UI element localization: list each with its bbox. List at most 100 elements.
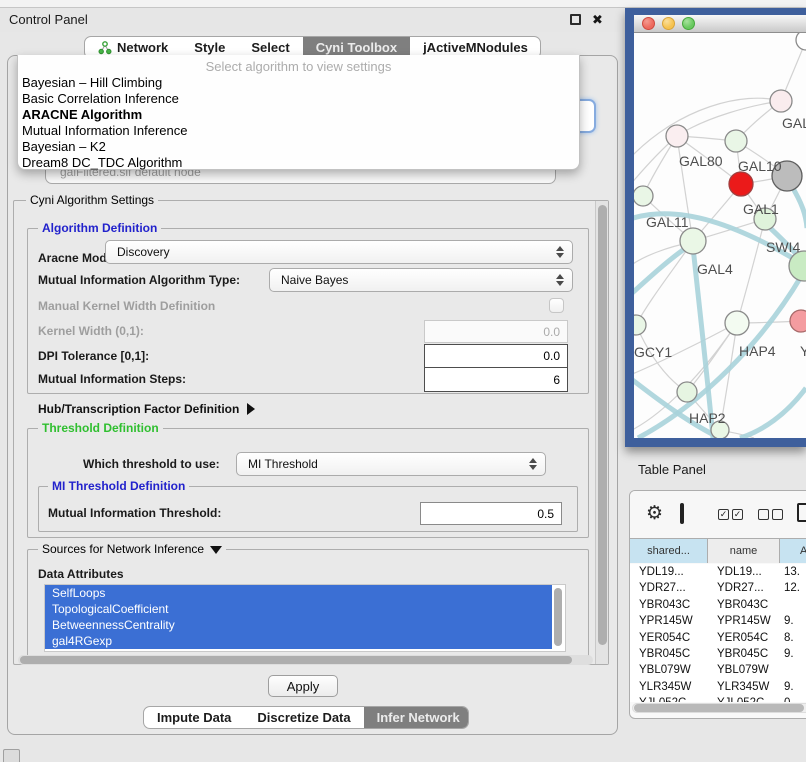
network-node[interactable] — [770, 90, 792, 112]
network-node[interactable] — [725, 311, 749, 335]
settings-vertical-scrollbar[interactable] — [595, 201, 608, 664]
sources-legend-label: Sources for Network Inference — [42, 542, 204, 556]
zoom-traffic-light[interactable] — [682, 17, 695, 30]
attribute-item[interactable]: BetweennessCentrality — [45, 617, 552, 633]
network-node[interactable] — [680, 228, 706, 254]
table-row[interactable]: YDL19...YDL19...13. — [630, 564, 806, 580]
table-cell: 9. — [780, 646, 806, 662]
tab-infer-network[interactable]: Infer Network — [364, 707, 469, 728]
table-row[interactable]: YDR27...YDR27...12. — [630, 580, 806, 596]
algorithm-option[interactable]: Dream8 DC_TDC Algorithm — [18, 155, 579, 171]
attribute-item[interactable]: SelfLoops — [45, 585, 552, 601]
table-cell: YBR045C — [708, 646, 780, 662]
which-threshold-combobox[interactable]: MI Threshold — [236, 452, 546, 476]
close-traffic-light[interactable] — [642, 17, 655, 30]
network-node-label: Y — [800, 343, 806, 359]
combo-arrows-icon — [556, 269, 564, 291]
network-node[interactable] — [634, 315, 646, 335]
control-panel-titlebar: Control Panel — [0, 8, 620, 32]
float-window-icon[interactable] — [570, 14, 581, 25]
table-cell: YPR145W — [630, 613, 708, 629]
collapsed-panel-icon[interactable] — [3, 749, 20, 762]
tab-impute-data[interactable]: Impute Data — [144, 707, 244, 728]
network-node-label: HAP4 — [739, 343, 776, 359]
network-node-label: GAL4 — [697, 261, 733, 277]
kernel-width-input — [424, 320, 568, 343]
algorithm-popup-list: Bayesian – Hill ClimbingBasic Correlatio… — [18, 75, 579, 171]
network-node-label: GAL1 — [743, 201, 779, 217]
network-node-label: GAL10 — [738, 158, 782, 174]
table-cell: YER054C — [630, 630, 708, 646]
tab-jactivemnodules-label: jActiveMNodules — [423, 40, 528, 55]
mi-type-combobox[interactable]: Naive Bayes — [269, 268, 573, 292]
tab-select-label: Select — [251, 40, 289, 55]
table-toolbar: ⚙ ✓ ✓ — [630, 491, 806, 538]
network-node[interactable] — [790, 310, 806, 332]
deselect-all-checkbox-icon[interactable] — [758, 509, 769, 520]
which-threshold-value: MI Threshold — [248, 457, 318, 471]
tab-infer-network-label: Infer Network — [377, 710, 460, 725]
attribute-item[interactable]: gal4RGexp — [45, 633, 552, 649]
algorithm-option[interactable]: ARACNE Algorithm — [18, 107, 579, 123]
network-node[interactable] — [677, 382, 697, 402]
network-window-titlebar[interactable] — [634, 15, 806, 33]
split-columns-icon[interactable] — [680, 503, 684, 524]
network-node[interactable] — [729, 172, 753, 196]
apply-button[interactable]: Apply — [268, 675, 338, 697]
column-header[interactable]: A — [780, 539, 806, 563]
network-node[interactable] — [796, 33, 806, 50]
minimize-traffic-light[interactable] — [662, 17, 675, 30]
dpi-tolerance-input[interactable] — [424, 344, 568, 368]
settings-horizontal-scrollbar[interactable] — [18, 655, 593, 665]
table-cell — [780, 597, 806, 613]
table-horizontal-scrollbar[interactable] — [632, 703, 806, 713]
table-cell: YDR27... — [630, 580, 708, 596]
algorithm-select-popup: Select algorithm to view settings Bayesi… — [17, 55, 580, 170]
network-node[interactable] — [666, 125, 688, 147]
select-all-checkbox-icon[interactable]: ✓ — [718, 509, 729, 520]
network-node[interactable] — [634, 186, 653, 206]
table-row[interactable]: YLR345WYLR345W9. — [630, 679, 806, 695]
table-horizontal-scrollbar-thumb[interactable] — [634, 704, 804, 712]
algorithm-definition-legend: Algorithm Definition — [38, 222, 161, 235]
algorithm-option[interactable]: Bayesian – K2 — [18, 139, 579, 155]
table-row[interactable]: YJL052CYJL052C0. — [630, 695, 806, 702]
table-row[interactable]: YBR045CYBR045C9. — [630, 646, 806, 662]
table-panel: ⚙ ✓ ✓ shared...nameA YDL19...YDL19...13.… — [629, 490, 806, 719]
attributes-scrollbar-thumb[interactable] — [554, 588, 562, 646]
table-row[interactable]: YER054CYER054C8. — [630, 630, 806, 646]
which-threshold-label: Which threshold to use: — [83, 452, 220, 476]
data-attributes-list[interactable]: SelfLoopsTopologicalCoefficientBetweenne… — [44, 584, 566, 652]
threshold-definition-legend: Threshold Definition — [38, 422, 163, 435]
select-all-checkbox-icon[interactable]: ✓ — [732, 509, 743, 520]
algorithm-option[interactable]: Basic Correlation Inference — [18, 91, 579, 107]
settings-horizontal-scrollbar-thumb[interactable] — [20, 656, 572, 664]
network-node[interactable] — [725, 130, 747, 152]
column-header[interactable]: shared... — [630, 539, 708, 563]
algorithm-option[interactable]: Bayesian – Hill Climbing — [18, 75, 579, 91]
aracne-mode-combobox[interactable]: Discovery — [105, 240, 573, 264]
gear-icon[interactable]: ⚙ — [646, 502, 663, 524]
table-row[interactable]: YPR145WYPR145W9. — [630, 613, 806, 629]
table-cell: YJL052C — [708, 695, 780, 702]
tab-discretize-data[interactable]: Discretize Data — [244, 707, 363, 728]
table-cell: YJL052C — [630, 695, 708, 702]
close-icon[interactable]: ✖ — [592, 13, 603, 26]
table-row[interactable]: YBR043CYBR043C — [630, 597, 806, 613]
deselect-all-checkbox-icon[interactable] — [772, 509, 783, 520]
table-cell: YPR145W — [708, 613, 780, 629]
hub-definition-expander[interactable]: Hub/Transcription Factor Definition — [38, 400, 255, 417]
network-canvas[interactable]: GALGAL80GAL10GAL1GAL11SWI4GAL4GCY1HAP4YH… — [634, 33, 806, 438]
tab-discretize-data-label: Discretize Data — [257, 710, 350, 725]
attribute-item[interactable]: TopologicalCoefficient — [45, 601, 552, 617]
settings-vertical-scrollbar-thumb[interactable] — [598, 205, 607, 645]
table-row[interactable]: YBL079WYBL079W — [630, 662, 806, 678]
document-icon[interactable] — [797, 503, 806, 522]
column-header[interactable]: name — [708, 539, 780, 563]
mi-steps-input[interactable] — [424, 367, 568, 392]
sources-legend[interactable]: Sources for Network Inference — [38, 543, 226, 556]
table-rows: YDL19...YDL19...13.YDR27...YDR27...12.YB… — [630, 564, 806, 702]
mi-threshold-input[interactable] — [420, 502, 562, 525]
algorithm-option[interactable]: Mutual Information Inference — [18, 123, 579, 139]
manual-kernel-label: Manual Kernel Width Definition — [38, 298, 215, 314]
